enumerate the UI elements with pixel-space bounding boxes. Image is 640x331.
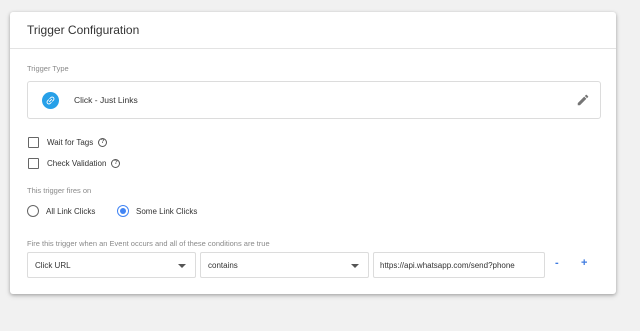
- add-condition-button[interactable]: +: [581, 257, 587, 269]
- wait-for-tags-option: Wait for Tags ?: [28, 137, 108, 148]
- help-icon[interactable]: ?: [111, 159, 121, 168]
- remove-condition-button[interactable]: -: [555, 257, 559, 269]
- radio-some-link-clicks[interactable]: Some Link Clicks: [117, 205, 197, 217]
- trigger-type-label: Trigger Type: [27, 64, 69, 73]
- operator-select[interactable]: contains: [200, 252, 369, 278]
- card-title: Trigger Configuration: [27, 23, 140, 37]
- condition-value-input[interactable]: [373, 252, 545, 278]
- fires-on-label: This trigger fires on: [27, 186, 92, 195]
- radio-label: All Link Clicks: [46, 206, 96, 216]
- chevron-down-icon: [178, 264, 186, 268]
- radio-label: Some Link Clicks: [136, 206, 198, 216]
- radio-all-link-clicks[interactable]: All Link Clicks: [27, 205, 95, 217]
- check-validation-option: Check Validation ?: [28, 158, 121, 169]
- chevron-down-icon: [351, 264, 359, 268]
- variable-select[interactable]: Click URL: [27, 252, 196, 278]
- trigger-configuration-card: Trigger Configuration Trigger Type Click…: [10, 12, 616, 294]
- check-validation-checkbox[interactable]: [28, 158, 39, 169]
- help-icon[interactable]: ?: [98, 138, 108, 147]
- trigger-type-selector[interactable]: Click - Just Links: [27, 81, 601, 119]
- wait-for-tags-checkbox[interactable]: [28, 137, 39, 148]
- trigger-type-name: Click - Just Links: [74, 95, 138, 105]
- wait-for-tags-label: Wait for Tags: [47, 138, 94, 147]
- card-header: Trigger Configuration: [10, 12, 616, 49]
- condition-label: Fire this trigger when an Event occurs a…: [27, 239, 270, 248]
- operator-select-value: contains: [208, 260, 238, 270]
- check-validation-label: Check Validation: [47, 159, 107, 168]
- radio-button[interactable]: [27, 205, 39, 217]
- variable-select-value: Click URL: [35, 260, 71, 270]
- radio-button-selected[interactable]: [117, 205, 129, 217]
- pencil-edit-icon[interactable]: [576, 93, 590, 107]
- link-icon: [42, 92, 59, 109]
